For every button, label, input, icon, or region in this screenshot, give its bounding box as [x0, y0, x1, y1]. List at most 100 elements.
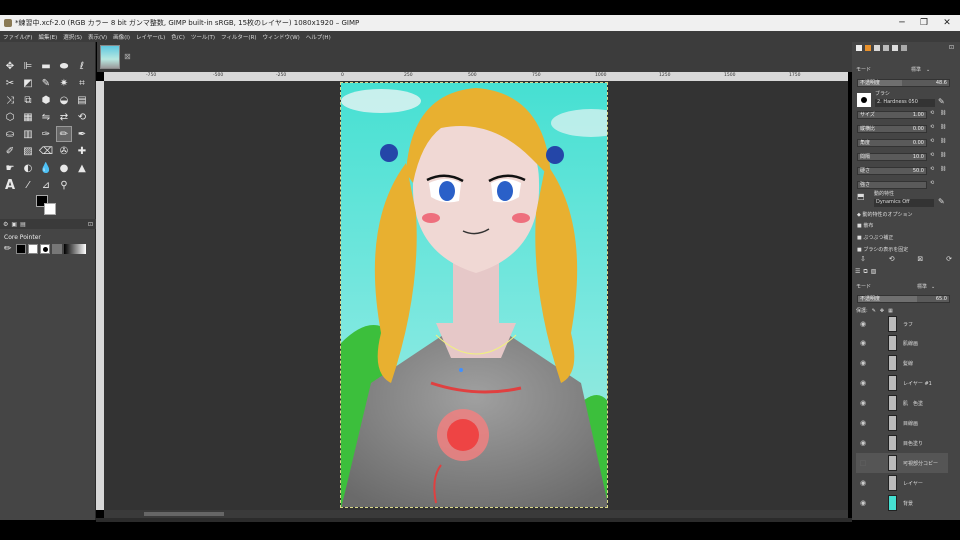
document-tab-icon[interactable]: [892, 45, 898, 51]
smooth-checkbox[interactable]: ■ ぶつぶつ補正: [857, 234, 893, 241]
link-icon[interactable]: ⛓: [940, 110, 946, 116]
reset-icon[interactable]: ⟲: [930, 110, 934, 116]
aspect-slider[interactable]: 縦横比 0.00: [857, 125, 927, 133]
rect-select-icon[interactable]: ▬: [38, 58, 54, 74]
eye-icon[interactable]: ◉: [856, 499, 870, 507]
layer-row[interactable]: ◉ 目線画: [856, 413, 948, 433]
opacity-slider[interactable]: 不透明度 48.6: [857, 79, 950, 87]
blur-icon[interactable]: 💧: [38, 160, 54, 176]
menu-image[interactable]: 画像(I): [113, 33, 130, 41]
close-image-icon[interactable]: ⊠: [124, 52, 131, 61]
layer-row[interactable]: ◉ レイヤー: [856, 473, 948, 493]
layer-name[interactable]: レイヤー: [903, 480, 923, 487]
reset-icon[interactable]: ⟲: [930, 166, 934, 172]
menu-view[interactable]: 表示(V): [88, 33, 107, 41]
sharpen-icon[interactable]: ●: [56, 160, 72, 176]
reset-icon[interactable]: ⟲: [930, 138, 934, 144]
opacity-value[interactable]: 48.6: [936, 80, 947, 86]
smudge-icon[interactable]: ☛: [2, 160, 18, 176]
menu-file[interactable]: ファイル(F): [3, 33, 32, 41]
scrollbar-thumb[interactable]: [144, 512, 224, 516]
layer-row[interactable]: ◉ 背景: [856, 493, 948, 513]
reset-icon[interactable]: ⟲: [930, 124, 934, 130]
device-status-tab-icon[interactable]: ▣: [11, 221, 17, 228]
layer-row-selected[interactable]: □ 可視部分コピー: [856, 453, 948, 473]
image-canvas[interactable]: [340, 82, 608, 508]
scissors-icon[interactable]: ✂: [2, 75, 18, 91]
shear-icon[interactable]: ⇄: [56, 109, 72, 125]
lock-brush-checkbox[interactable]: ■ ブラシの表示を固定: [857, 246, 908, 253]
menu-windows[interactable]: ウィンドウ(W): [263, 33, 300, 41]
clone-icon[interactable]: ✇: [56, 143, 72, 159]
layer-row[interactable]: ◉ 肌線画: [856, 333, 948, 353]
unified-transform-icon[interactable]: ⟲: [74, 109, 90, 125]
layer-name[interactable]: 髪線: [903, 360, 913, 367]
menu-help[interactable]: ヘルプ(H): [306, 33, 331, 41]
delete-icon[interactable]: ⊠: [917, 255, 923, 263]
crop-icon[interactable]: ⌗: [74, 75, 90, 91]
pencil-icon[interactable]: ✏: [56, 126, 72, 142]
ellipse-select-icon[interactable]: ⬬: [56, 58, 72, 74]
layer-name[interactable]: 目色塗り: [903, 440, 923, 447]
zoom-icon[interactable]: ⚲: [56, 177, 72, 193]
measure-icon[interactable]: ▲: [74, 160, 90, 176]
color-picker-icon[interactable]: ⁄: [20, 177, 36, 193]
brush-preview-icon[interactable]: [857, 93, 871, 107]
paintbrush-icon[interactable]: ✑: [38, 126, 54, 142]
lock-alpha-icon[interactable]: ▦: [888, 308, 893, 314]
dynamics-field[interactable]: Dynamics Off: [874, 199, 934, 207]
brush-name-field[interactable]: 2. Hardness 050: [875, 99, 935, 107]
eye-icon[interactable]: ◉: [856, 439, 870, 447]
hardness-slider[interactable]: 硬さ 50.0: [857, 167, 927, 175]
dynamics-edit-icon[interactable]: ✎: [938, 197, 945, 206]
hardness-value[interactable]: 50.0: [913, 168, 924, 174]
brush-edit-icon[interactable]: ✎: [938, 97, 945, 106]
paths-icon[interactable]: ✎: [38, 75, 54, 91]
tool-options-tab-icon[interactable]: [856, 45, 862, 51]
layer-name[interactable]: 背景: [903, 500, 913, 507]
link-icon[interactable]: ⛓: [940, 124, 946, 130]
spacing-slider[interactable]: 間隔 10.0: [857, 153, 927, 161]
flip-icon[interactable]: ⇋: [38, 109, 54, 125]
menu-filters[interactable]: フィルター(R): [221, 33, 257, 41]
layer-opacity-value[interactable]: 65.0: [936, 296, 947, 302]
layer-row[interactable]: ◉ ラフ: [856, 314, 948, 334]
force-slider[interactable]: 強さ: [857, 181, 927, 189]
horizontal-ruler[interactable]: -750 -500 -250 0 250 500 750 1000 1250 1…: [104, 72, 848, 81]
reset-all-icon[interactable]: ⟳: [946, 255, 952, 263]
link-icon[interactable]: ⛓: [940, 166, 946, 172]
restore-icon[interactable]: ⟲: [889, 255, 895, 263]
save-preset-icon[interactable]: ⇩: [860, 255, 866, 263]
reset-icon[interactable]: ⟲: [930, 152, 934, 158]
layer-row[interactable]: ◉ レイヤー #1: [856, 373, 948, 393]
blend-icon[interactable]: ▥: [20, 126, 36, 142]
jitter-checkbox[interactable]: ■ 散布: [857, 222, 873, 229]
layers-tab-icon[interactable]: ☰: [855, 268, 860, 276]
layer-mode-select[interactable]: 標準: [917, 283, 927, 290]
transform-icon[interactable]: ⧉: [20, 92, 36, 108]
layer-row[interactable]: ◉ 目色塗り: [856, 433, 948, 453]
chevron-down-icon[interactable]: ⌄: [931, 284, 935, 290]
template-tab-icon[interactable]: [901, 45, 907, 51]
eye-icon[interactable]: ◉: [856, 320, 870, 328]
undo-tab-icon[interactable]: ▤: [20, 221, 26, 228]
eraser-icon[interactable]: ⌫: [38, 143, 54, 159]
menu-colors[interactable]: 色(C): [171, 33, 185, 41]
perspective-icon[interactable]: ▦: [20, 109, 36, 125]
layer-row[interactable]: ◉ 髪線: [856, 353, 948, 373]
minimize-button[interactable]: ─: [890, 15, 914, 31]
menu-tools[interactable]: ツール(T): [191, 33, 215, 41]
layer-name[interactable]: 肌線画: [903, 340, 918, 347]
layer-name[interactable]: 肌 色塗: [903, 400, 923, 407]
handle-transform-icon[interactable]: ⬡: [2, 109, 18, 125]
airbrush-icon[interactable]: ✒: [74, 126, 90, 142]
reset-icon[interactable]: ⟲: [930, 180, 934, 186]
measure-tool-icon[interactable]: ⊿: [38, 177, 54, 193]
link-icon[interactable]: ⛓: [940, 138, 946, 144]
vertical-ruler[interactable]: [96, 81, 104, 510]
panel-menu-icon[interactable]: ⊡: [88, 221, 93, 228]
size-value[interactable]: 1.00: [913, 112, 924, 118]
heal-icon[interactable]: ✚: [74, 143, 90, 159]
dodge-burn-icon[interactable]: ◐: [20, 160, 36, 176]
gradient-icon[interactable]: ▤: [74, 92, 90, 108]
